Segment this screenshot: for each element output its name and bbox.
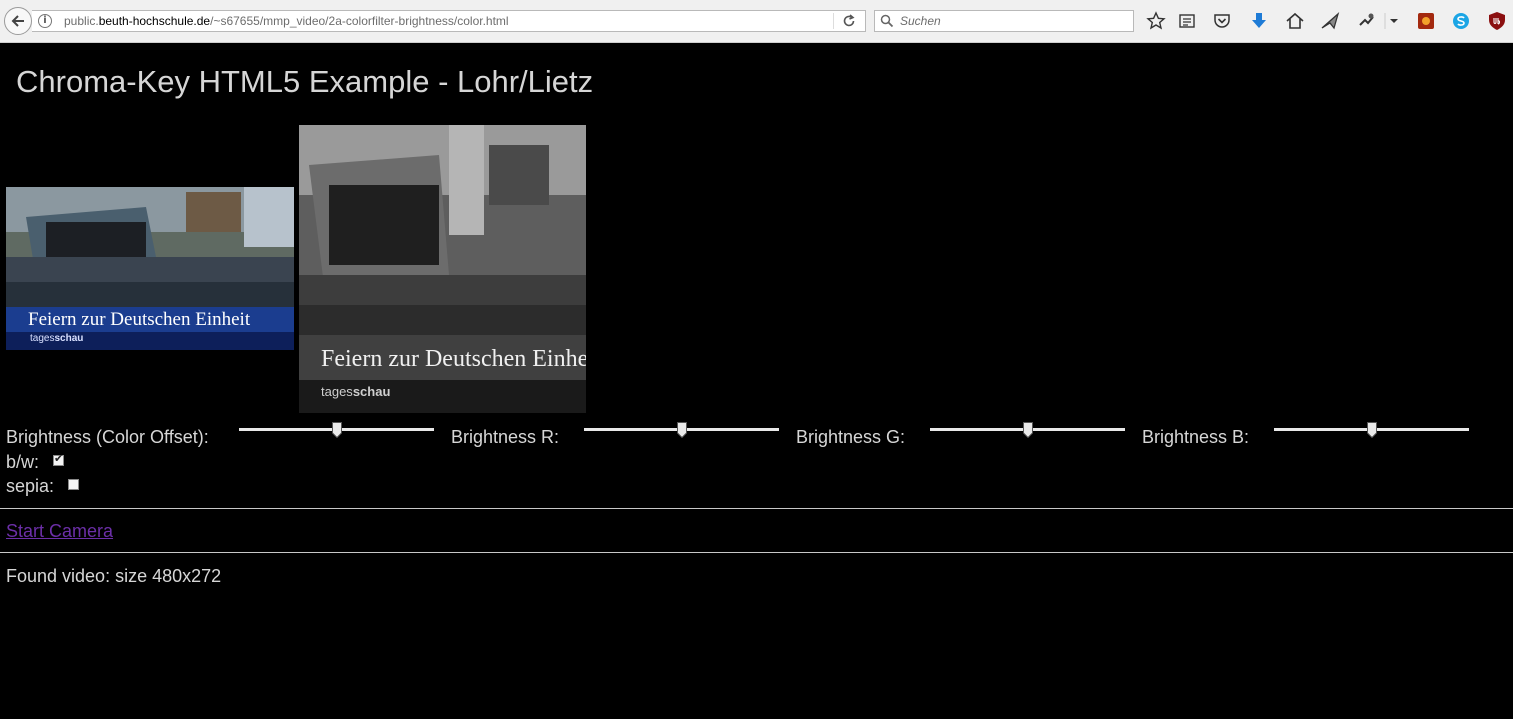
menu-dropdown-icon[interactable] [1384,11,1404,31]
filtered-brand-suffix: schau [353,384,391,399]
bw-checkbox[interactable]: ✔ [53,453,64,466]
slider-thumb[interactable] [1367,422,1377,438]
slider-thumb[interactable] [677,422,687,438]
sepia-checkbox[interactable] [68,479,79,490]
filtered-video-frame: Feiern zur Deutschen Einheit tagesschau [299,125,586,413]
reload-icon[interactable] [842,14,856,28]
bookmark-star-icon[interactable] [1146,11,1166,31]
svg-text:tagesschau: tagesschau [30,333,83,344]
addon-orange-icon[interactable] [1416,11,1436,31]
filtered-caption: Feiern zur Deutschen Einheit [321,346,586,372]
check-mark-icon: ✔ [54,453,64,465]
url-prefix: public. [64,14,99,28]
source-brand-prefix: tages [30,333,54,344]
download-icon[interactable] [1249,11,1269,31]
filtered-brand-prefix: tages [321,384,353,399]
source-caption: Feiern zur Deutschen Einheit [28,309,251,330]
url-divider [833,13,834,29]
svg-text:tagesschau: tagesschau [321,384,390,399]
slider-thumb[interactable] [332,422,342,438]
search-icon [880,14,894,28]
filtered-canvas[interactable]: Feiern zur Deutschen Einheit tagesschau [299,125,586,413]
url-path: /~s67655/mmp_video/2a-colorfilter-bright… [210,14,509,28]
status-text: Found video: size 480x272 [6,566,222,586]
url-bar[interactable]: i public.beuth-hochschule.de/~s67655/mmp… [32,10,866,32]
ublock-icon[interactable] [1487,11,1507,31]
back-button[interactable] [4,7,32,35]
search-bar[interactable]: Suchen [874,10,1134,32]
url-domain: beuth-hochschule.de [98,14,211,28]
bw-label: b/w: [6,452,40,472]
brightness-r-slider[interactable] [584,422,779,438]
source-video-frame: Feiern zur Deutschen Einheit tagesschau [6,187,294,350]
sepia-label: sepia: [6,476,55,496]
brightness-slider[interactable] [239,422,434,438]
divider [0,508,1513,509]
source-video[interactable]: Feiern zur Deutschen Einheit tagesschau [6,187,294,350]
reading-list-icon[interactable] [1177,11,1197,31]
start-camera-link[interactable]: Start Camera [6,521,113,542]
brightness-g-slider[interactable] [930,422,1125,438]
source-brand-suffix: schau [54,333,83,344]
info-icon[interactable]: i [38,14,52,28]
url-text[interactable]: public.beuth-hochschule.de/~s67655/mmp_v… [64,14,509,28]
search-placeholder: Suchen [900,14,941,28]
pocket-icon[interactable] [1212,11,1232,31]
brightness-g-label: Brightness G: [796,427,906,447]
brightness-b-slider[interactable] [1274,422,1469,438]
divider [0,552,1513,553]
slider-thumb[interactable] [1023,422,1033,438]
brightness-r-label: Brightness R: [451,427,560,447]
browser-toolbar: i public.beuth-hochschule.de/~s67655/mmp… [0,0,1513,43]
skype-icon[interactable] [1451,11,1471,31]
extension-icon[interactable] [1356,11,1376,31]
brightness-label: Brightness (Color Offset): [6,427,209,447]
send-icon[interactable] [1320,11,1340,31]
brightness-b-label: Brightness B: [1142,427,1250,447]
page-title: Chroma-Key HTML5 Example - Lohr/Lietz [16,64,594,99]
home-icon[interactable] [1285,11,1305,31]
back-arrow-icon [11,15,24,27]
